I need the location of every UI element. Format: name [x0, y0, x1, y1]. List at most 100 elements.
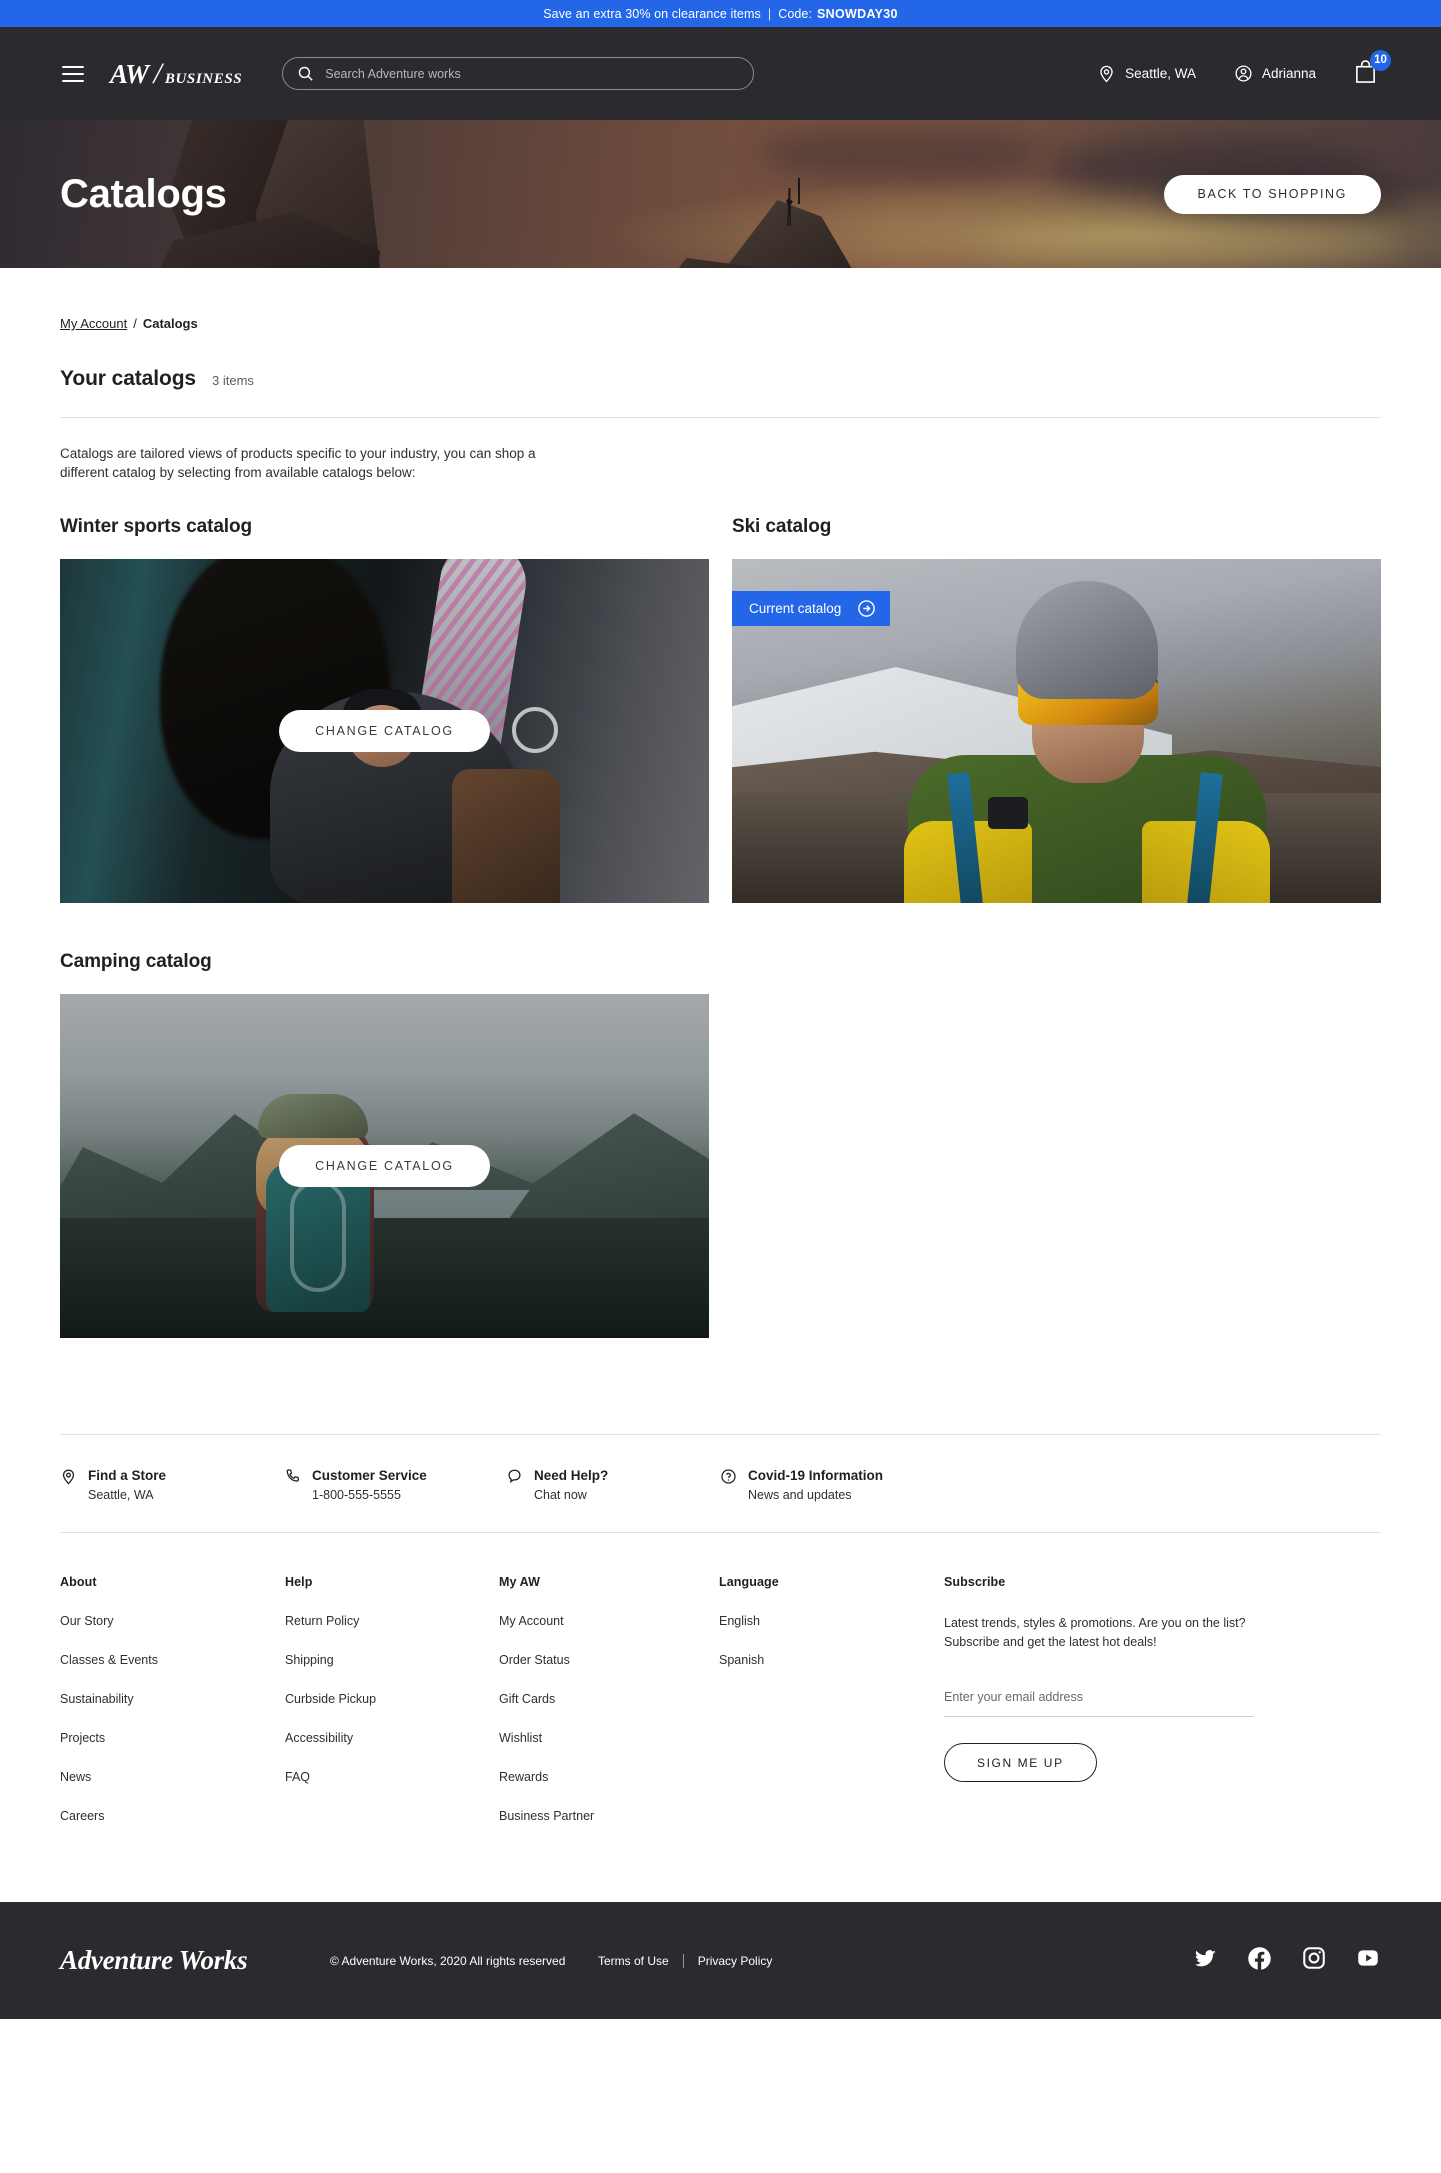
search-input[interactable] [325, 66, 740, 81]
service-title: Customer Service [312, 1468, 427, 1483]
footer-heading: About [60, 1575, 97, 1589]
sign-me-up-button[interactable]: SIGN ME UP [944, 1743, 1097, 1782]
user-circle-icon [1235, 65, 1252, 82]
hero-banner: Catalogs BACK TO SHOPPING [0, 120, 1441, 268]
footer-link[interactable]: Business Partner [499, 1809, 719, 1823]
youtube-icon[interactable] [1355, 1945, 1381, 1976]
phone-icon [286, 1469, 300, 1482]
footer-link[interactable]: Our Story [60, 1614, 285, 1628]
promo-separator: | [767, 6, 772, 21]
location-label: Seattle, WA [1125, 66, 1196, 81]
catalog-card-ski: Ski catalog Current catalog [732, 516, 1381, 903]
chat-bubble-icon [508, 1469, 521, 1484]
change-catalog-button[interactable]: CHANGE CATALOG [279, 710, 490, 752]
catalog-thumbnail[interactable]: Current catalog [732, 559, 1381, 903]
legal-links: Terms of Use Privacy Policy [598, 1953, 773, 1968]
footer-link[interactable]: Projects [60, 1731, 285, 1745]
service-find-a-store[interactable]: Find a Store Seattle, WA [60, 1467, 284, 1502]
footer-link[interactable]: Gift Cards [499, 1692, 719, 1706]
footer-column-subscribe: Subscribe Latest trends, styles & promot… [944, 1575, 1374, 1848]
logo-business-text: BUSINESS [164, 70, 243, 87]
promo-code-label: Code: [778, 6, 813, 21]
arrow-right-circle-icon [858, 600, 876, 617]
back-to-shopping-button[interactable]: BACK TO SHOPPING [1163, 174, 1381, 214]
footer-link[interactable]: Wishlist [499, 1731, 719, 1745]
footer-heading: Help [285, 1575, 313, 1589]
breadcrumb-my-account[interactable]: My Account [60, 316, 127, 331]
service-title: Find a Store [88, 1468, 167, 1483]
service-subtitle: Seattle, WA [88, 1488, 154, 1502]
promo-text: Save an extra 30% on clearance items [543, 6, 761, 21]
account-label: Adrianna [1261, 66, 1316, 81]
catalog-grid: Winter sports catalog CHANGE CATALOG Ski… [60, 516, 1381, 1338]
section-divider [60, 417, 1381, 418]
facebook-icon[interactable] [1246, 1945, 1273, 1977]
footer-link[interactable]: My Account [499, 1614, 719, 1628]
change-catalog-button[interactable]: CHANGE CATALOG [279, 1145, 490, 1187]
footer-link[interactable]: Order Status [499, 1653, 719, 1667]
catalog-card-camping: Camping catalog CHANGE CATALOG [60, 951, 709, 1338]
cart-count-badge: 10 [1370, 49, 1391, 71]
footer-link[interactable]: English [719, 1614, 944, 1628]
page-root: Save an extra 30% on clearance items | C… [0, 0, 1441, 2019]
footer-heading: My AW [499, 1575, 541, 1589]
cart-button[interactable]: 10 [1354, 49, 1391, 89]
account-menu[interactable]: Adrianna [1234, 64, 1316, 83]
service-customer-service[interactable]: Customer Service 1-800-555-5555 [284, 1467, 506, 1502]
header-actions: Seattle, WA Adrianna 10 [1097, 49, 1391, 89]
catalog-title: Camping catalog [60, 951, 212, 972]
site-logo[interactable]: AW / BUSINESS [110, 57, 242, 91]
catalog-card-winter-sports: Winter sports catalog CHANGE CATALOG [60, 516, 709, 903]
copyright-text: © Adventure Works, 2020 All rights reser… [330, 1953, 566, 1968]
catalog-thumbnail[interactable]: CHANGE CATALOG [60, 559, 709, 903]
subscribe-email-field[interactable] [944, 1688, 1254, 1717]
page-title: Catalogs [60, 171, 227, 216]
footer-column-my-aw: My AW My Account Order Status Gift Cards… [499, 1575, 719, 1848]
footer-link[interactable]: Careers [60, 1809, 285, 1823]
main-content: My Account / Catalogs Your catalogs 3 it… [0, 268, 1441, 1434]
subscribe-line-2: Subscribe and get the latest hot deals! [944, 1635, 1157, 1649]
logo-slash: / [153, 56, 162, 90]
footer-column-help: Help Return Policy Shipping Curbside Pic… [285, 1575, 499, 1848]
catalog-title: Ski catalog [732, 516, 832, 537]
footer-bottom-bar: Adventure Works © Adventure Works, 2020 … [0, 1902, 1441, 2019]
footer-link[interactable]: Shipping [285, 1653, 499, 1667]
section-title: Your catalogs [60, 367, 197, 390]
footer-link[interactable]: Rewards [499, 1770, 719, 1784]
terms-of-use-link[interactable]: Terms of Use [598, 1954, 669, 1968]
footer-heading: Subscribe [944, 1575, 1006, 1589]
footer-links: About Our Story Classes & Events Sustain… [0, 1533, 1441, 1848]
service-title: Need Help? [534, 1468, 609, 1483]
current-catalog-label: Current catalog [749, 601, 842, 616]
service-title: Covid-19 Information [748, 1468, 884, 1483]
service-need-help[interactable]: Need Help? Chat now [506, 1467, 720, 1502]
promo-banner: Save an extra 30% on clearance items | C… [0, 0, 1441, 27]
footer-link[interactable]: Accessibility [285, 1731, 499, 1745]
catalog-title: Winter sports catalog [60, 516, 252, 537]
catalog-thumbnail[interactable]: CHANGE CATALOG [60, 994, 709, 1338]
footer-link[interactable]: Spanish [719, 1653, 944, 1667]
section-item-count: 3 items [212, 373, 254, 388]
footer-column-language: Language English Spanish [719, 1575, 944, 1848]
footer-link[interactable]: Curbside Pickup [285, 1692, 499, 1706]
hamburger-menu-icon[interactable] [62, 65, 84, 82]
footer-link[interactable]: Sustainability [60, 1692, 285, 1706]
search-icon [299, 66, 313, 81]
service-subtitle: 1-800-555-5555 [312, 1488, 401, 1502]
email-input[interactable] [944, 1690, 1254, 1704]
location-pin-icon [1100, 65, 1113, 83]
service-covid-information[interactable]: Covid-19 Information News and updates [720, 1467, 883, 1502]
twitter-icon[interactable] [1193, 1946, 1218, 1976]
footer-link[interactable]: FAQ [285, 1770, 499, 1784]
promo-code: SNOWDAY30 [817, 6, 898, 21]
footer-link[interactable]: Classes & Events [60, 1653, 285, 1667]
instagram-icon[interactable] [1301, 1945, 1327, 1976]
footer-link[interactable]: Return Policy [285, 1614, 499, 1628]
site-header: AW / BUSINESS Seattle, WA Adrian [0, 27, 1441, 120]
location-selector[interactable]: Seattle, WA [1097, 64, 1196, 83]
current-catalog-badge[interactable]: Current catalog [732, 591, 891, 626]
footer-link[interactable]: News [60, 1770, 285, 1784]
privacy-policy-link[interactable]: Privacy Policy [698, 1954, 773, 1968]
search-bar[interactable] [282, 57, 755, 90]
